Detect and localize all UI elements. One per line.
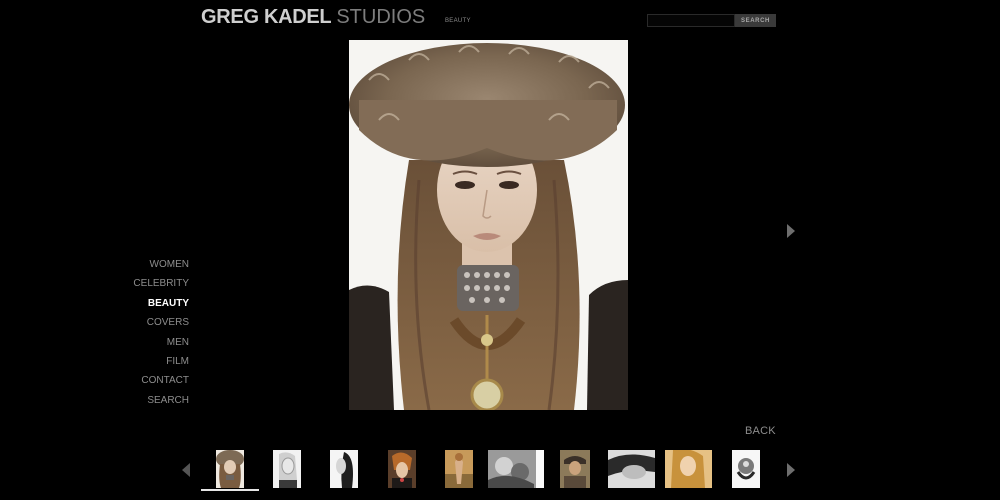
search-button[interactable]: SEARCH	[735, 14, 776, 27]
next-image-arrow-icon[interactable]	[787, 224, 795, 238]
nav-item-women[interactable]: WOMEN	[99, 255, 189, 274]
search-input[interactable]	[647, 14, 735, 27]
thumbnail-5[interactable]	[445, 450, 473, 488]
main-photo[interactable]	[349, 40, 628, 410]
main-nav: WOMEN CELEBRITY BEAUTY COVERS MEN FILM C…	[99, 255, 189, 410]
selected-thumbnail-indicator	[201, 489, 259, 491]
search-form: SEARCH	[647, 14, 776, 27]
thumbnail-8[interactable]	[608, 450, 655, 488]
logo-secondary-text: STUDIOS	[336, 6, 426, 28]
thumbnail-10[interactable]	[732, 450, 760, 488]
thumbnail-6[interactable]	[488, 450, 544, 488]
nav-item-beauty[interactable]: BEAUTY	[99, 294, 189, 313]
thumbnail-4[interactable]	[388, 450, 416, 488]
nav-item-men[interactable]: MEN	[99, 333, 189, 352]
thumbnail-3[interactable]	[330, 450, 358, 488]
logo-primary-text: GREG KADEL	[201, 6, 332, 28]
thumbnail-2[interactable]	[273, 450, 301, 488]
back-link[interactable]: BACK	[745, 425, 776, 437]
thumbnail-9[interactable]	[665, 450, 712, 488]
section-label: BEAUTY	[445, 18, 471, 24]
thumbnail-1[interactable]	[216, 450, 244, 488]
nav-item-contact[interactable]: CONTACT	[99, 371, 189, 390]
nav-item-covers[interactable]: COVERS	[99, 313, 189, 332]
thumbnail-7[interactable]	[560, 450, 590, 488]
nav-item-search[interactable]: SEARCH	[99, 391, 189, 410]
thumbnails-next-arrow-icon[interactable]	[787, 463, 795, 477]
nav-item-celebrity[interactable]: CELEBRITY	[99, 274, 189, 293]
nav-item-film[interactable]: FILM	[99, 352, 189, 371]
studio-logo[interactable]: GREG KADEL STUDIOS	[201, 6, 425, 32]
thumbnails-prev-arrow-icon[interactable]	[182, 463, 190, 477]
